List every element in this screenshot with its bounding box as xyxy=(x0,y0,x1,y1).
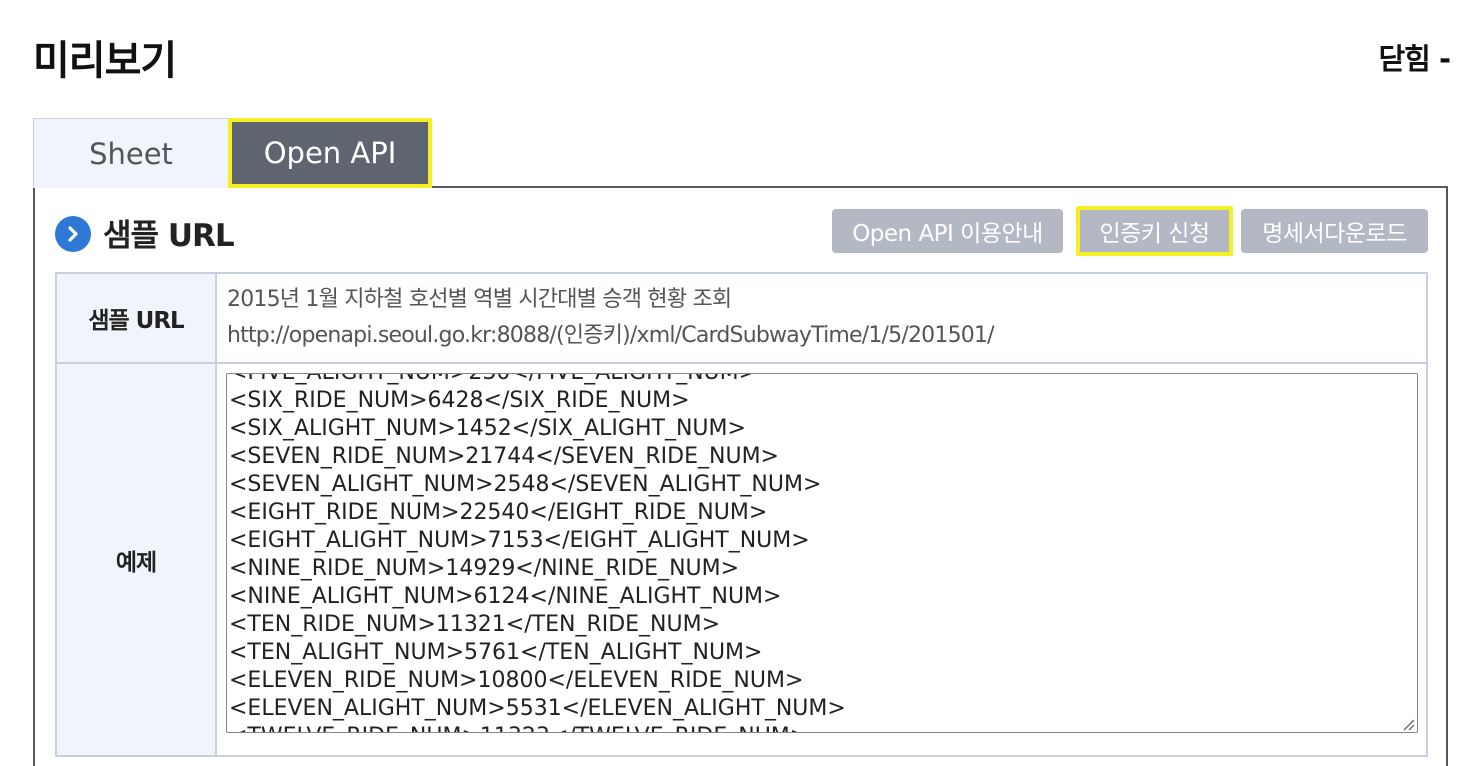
example-xml-line: <FIVE_ALIGHT_NUM>230</FIVE_ALIGHT_NUM> xyxy=(229,374,846,387)
tab-sheet[interactable]: Sheet xyxy=(33,118,229,188)
example-xml-line: <SIX_RIDE_NUM>6428</SIX_RIDE_NUM> xyxy=(229,388,690,413)
sample-url-row: 샘플 URL 2015년 1월 지하철 호선별 역별 시간대별 승객 현황 조회… xyxy=(55,272,1428,364)
example-xml-line: <EIGHT_RIDE_NUM>22540</EIGHT_RIDE_NUM> xyxy=(229,500,768,525)
preview-page: 미리보기 닫힘 - Sheet Open API 샘플 URL Open API… xyxy=(0,0,1482,766)
example-xml-line: <TEN_RIDE_NUM>11321</TEN_RIDE_NUM> xyxy=(229,612,721,637)
sample-url-table: 샘플 URL 2015년 1월 지하철 호선별 역별 시간대별 승객 현황 조회… xyxy=(55,272,1428,757)
example-row: 예제 <FIVE_ALIGHT_NUM>230</FIVE_ALIGHT_NUM… xyxy=(55,362,1428,757)
example-label: 예제 xyxy=(55,362,217,757)
example-xml-line: <SEVEN_ALIGHT_NUM>2548</SEVEN_ALIGHT_NUM… xyxy=(229,472,822,497)
example-cell: <FIVE_ALIGHT_NUM>230</FIVE_ALIGHT_NUM><S… xyxy=(215,362,1428,757)
example-xml-line: <ELEVEN_RIDE_NUM>10800</ELEVEN_RIDE_NUM> xyxy=(229,668,804,693)
example-textarea[interactable]: <FIVE_ALIGHT_NUM>230</FIVE_ALIGHT_NUM><S… xyxy=(226,373,1418,733)
example-xml-line: <TEN_ALIGHT_NUM>5761</TEN_ALIGHT_NUM> xyxy=(229,640,763,665)
example-xml-lines: <FIVE_ALIGHT_NUM>230</FIVE_ALIGHT_NUM><S… xyxy=(229,374,846,732)
sample-url-description: 2015년 1월 지하철 호선별 역별 시간대별 승객 현황 조회 xyxy=(227,287,732,312)
example-xml-line: <NINE_ALIGHT_NUM>6124</NINE_ALIGHT_NUM> xyxy=(229,584,782,609)
example-xml-line: <TWELVE_RIDE_NUM>11323</TWELVE_RIDE_NUM> xyxy=(229,723,846,732)
close-button[interactable]: 닫힘 - xyxy=(1379,36,1451,78)
auth-key-request-button[interactable]: 인증키 신청 xyxy=(1076,206,1233,256)
page-title: 미리보기 xyxy=(33,38,177,84)
example-xml-line: <ELEVEN_ALIGHT_NUM>5531</ELEVEN_ALIGHT_N… xyxy=(229,696,846,721)
tab-open-api[interactable]: Open API xyxy=(228,118,432,188)
example-xml-line: <SIX_ALIGHT_NUM>1452</SIX_ALIGHT_NUM> xyxy=(229,416,746,441)
action-buttons: Open API 이용안내 인증키 신청 명세서다운로드 xyxy=(35,206,1446,256)
example-xml-line: <SEVEN_RIDE_NUM>21744</SEVEN_RIDE_NUM> xyxy=(229,444,779,469)
view-tabs: Sheet Open API xyxy=(33,118,432,188)
open-api-panel: 샘플 URL Open API 이용안내 인증키 신청 명세서다운로드 샘플 U… xyxy=(33,186,1448,766)
open-api-guide-button[interactable]: Open API 이용안내 xyxy=(832,209,1063,253)
example-xml-line: <EIGHT_ALIGHT_NUM>7153</EIGHT_ALIGHT_NUM… xyxy=(229,528,810,553)
spec-download-button[interactable]: 명세서다운로드 xyxy=(1241,209,1428,253)
example-xml-line: <NINE_RIDE_NUM>14929</NINE_RIDE_NUM> xyxy=(229,556,740,581)
sample-url-cell: 2015년 1월 지하철 호선별 역별 시간대별 승객 현황 조회 http:/… xyxy=(215,272,1428,364)
resize-handle-icon[interactable] xyxy=(1401,716,1415,731)
sample-url-link[interactable]: http://openapi.seoul.go.kr:8088/(인증키)/xm… xyxy=(227,318,1416,354)
sample-url-label: 샘플 URL xyxy=(55,272,217,364)
